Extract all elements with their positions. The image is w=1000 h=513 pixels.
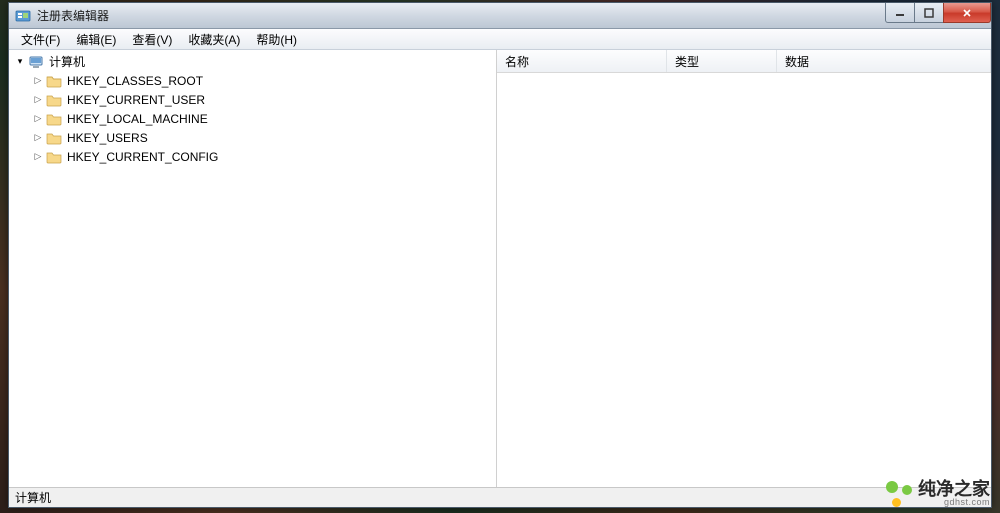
tree-hive-label: HKEY_LOCAL_MACHINE xyxy=(65,111,210,127)
statusbar-path: 计算机 xyxy=(15,489,51,506)
titlebar[interactable]: 注册表编辑器 xyxy=(9,3,991,29)
desktop-background: 注册表编辑器 文件(F) 编辑(E) 查看(V) 收藏夹(A) 帮助(H) xyxy=(0,0,1000,513)
statusbar: 计算机 xyxy=(9,487,991,507)
minimize-button[interactable] xyxy=(885,3,915,23)
menu-help[interactable]: 帮助(H) xyxy=(248,29,305,50)
window-controls xyxy=(886,3,991,23)
tree-hive-current-user[interactable]: ▷ HKEY_CURRENT_USER xyxy=(27,90,496,109)
content-area: ▾ 计算机 ▷ xyxy=(9,50,991,487)
tree-root-computer[interactable]: ▾ 计算机 xyxy=(9,52,496,71)
menubar: 文件(F) 编辑(E) 查看(V) 收藏夹(A) 帮助(H) xyxy=(9,29,991,50)
expander-closed-icon[interactable]: ▷ xyxy=(31,74,45,88)
tree-hive-current-config[interactable]: ▷ HKEY_CURRENT_CONFIG xyxy=(27,147,496,166)
folder-icon xyxy=(46,73,62,89)
tree-hive-local-machine[interactable]: ▷ HKEY_LOCAL_MACHINE xyxy=(27,109,496,128)
tree-hive-label: HKEY_CURRENT_USER xyxy=(65,92,207,108)
menu-view[interactable]: 查看(V) xyxy=(124,29,180,50)
menu-edit[interactable]: 编辑(E) xyxy=(68,29,124,50)
close-button[interactable] xyxy=(943,3,991,23)
values-panel: 名称 类型 数据 xyxy=(497,50,991,487)
column-header-data[interactable]: 数据 xyxy=(777,50,991,72)
column-header-type[interactable]: 类型 xyxy=(667,50,777,72)
expander-closed-icon[interactable]: ▷ xyxy=(31,93,45,107)
maximize-button[interactable] xyxy=(914,3,944,23)
expander-closed-icon[interactable]: ▷ xyxy=(31,150,45,164)
tree-hive-label: HKEY_USERS xyxy=(65,130,150,146)
folder-icon xyxy=(46,130,62,146)
tree-hive-label: HKEY_CLASSES_ROOT xyxy=(65,73,205,89)
values-header: 名称 类型 数据 xyxy=(497,50,991,73)
tree-hive-classes-root[interactable]: ▷ HKEY_CLASSES_ROOT xyxy=(27,71,496,90)
tree-hive-label: HKEY_CURRENT_CONFIG xyxy=(65,149,220,165)
menu-file[interactable]: 文件(F) xyxy=(13,29,68,50)
expander-closed-icon[interactable]: ▷ xyxy=(31,131,45,145)
regedit-window: 注册表编辑器 文件(F) 编辑(E) 查看(V) 收藏夹(A) 帮助(H) xyxy=(8,2,992,508)
folder-icon xyxy=(46,149,62,165)
expander-open-icon[interactable]: ▾ xyxy=(13,55,27,69)
tree-panel[interactable]: ▾ 计算机 ▷ xyxy=(9,50,497,487)
window-title: 注册表编辑器 xyxy=(37,7,109,24)
values-list-body[interactable] xyxy=(497,73,991,487)
folder-icon xyxy=(46,92,62,108)
tree-root-label: 计算机 xyxy=(47,52,87,71)
expander-closed-icon[interactable]: ▷ xyxy=(31,112,45,126)
tree-children: ▷ HKEY_CLASSES_ROOT ▷ HKEY_CURRENT_USER xyxy=(9,71,496,166)
computer-icon xyxy=(28,54,44,70)
regedit-app-icon xyxy=(15,8,31,24)
folder-icon xyxy=(46,111,62,127)
tree-hive-users[interactable]: ▷ HKEY_USERS xyxy=(27,128,496,147)
menu-favorites[interactable]: 收藏夹(A) xyxy=(180,29,248,50)
column-header-name[interactable]: 名称 xyxy=(497,50,667,72)
